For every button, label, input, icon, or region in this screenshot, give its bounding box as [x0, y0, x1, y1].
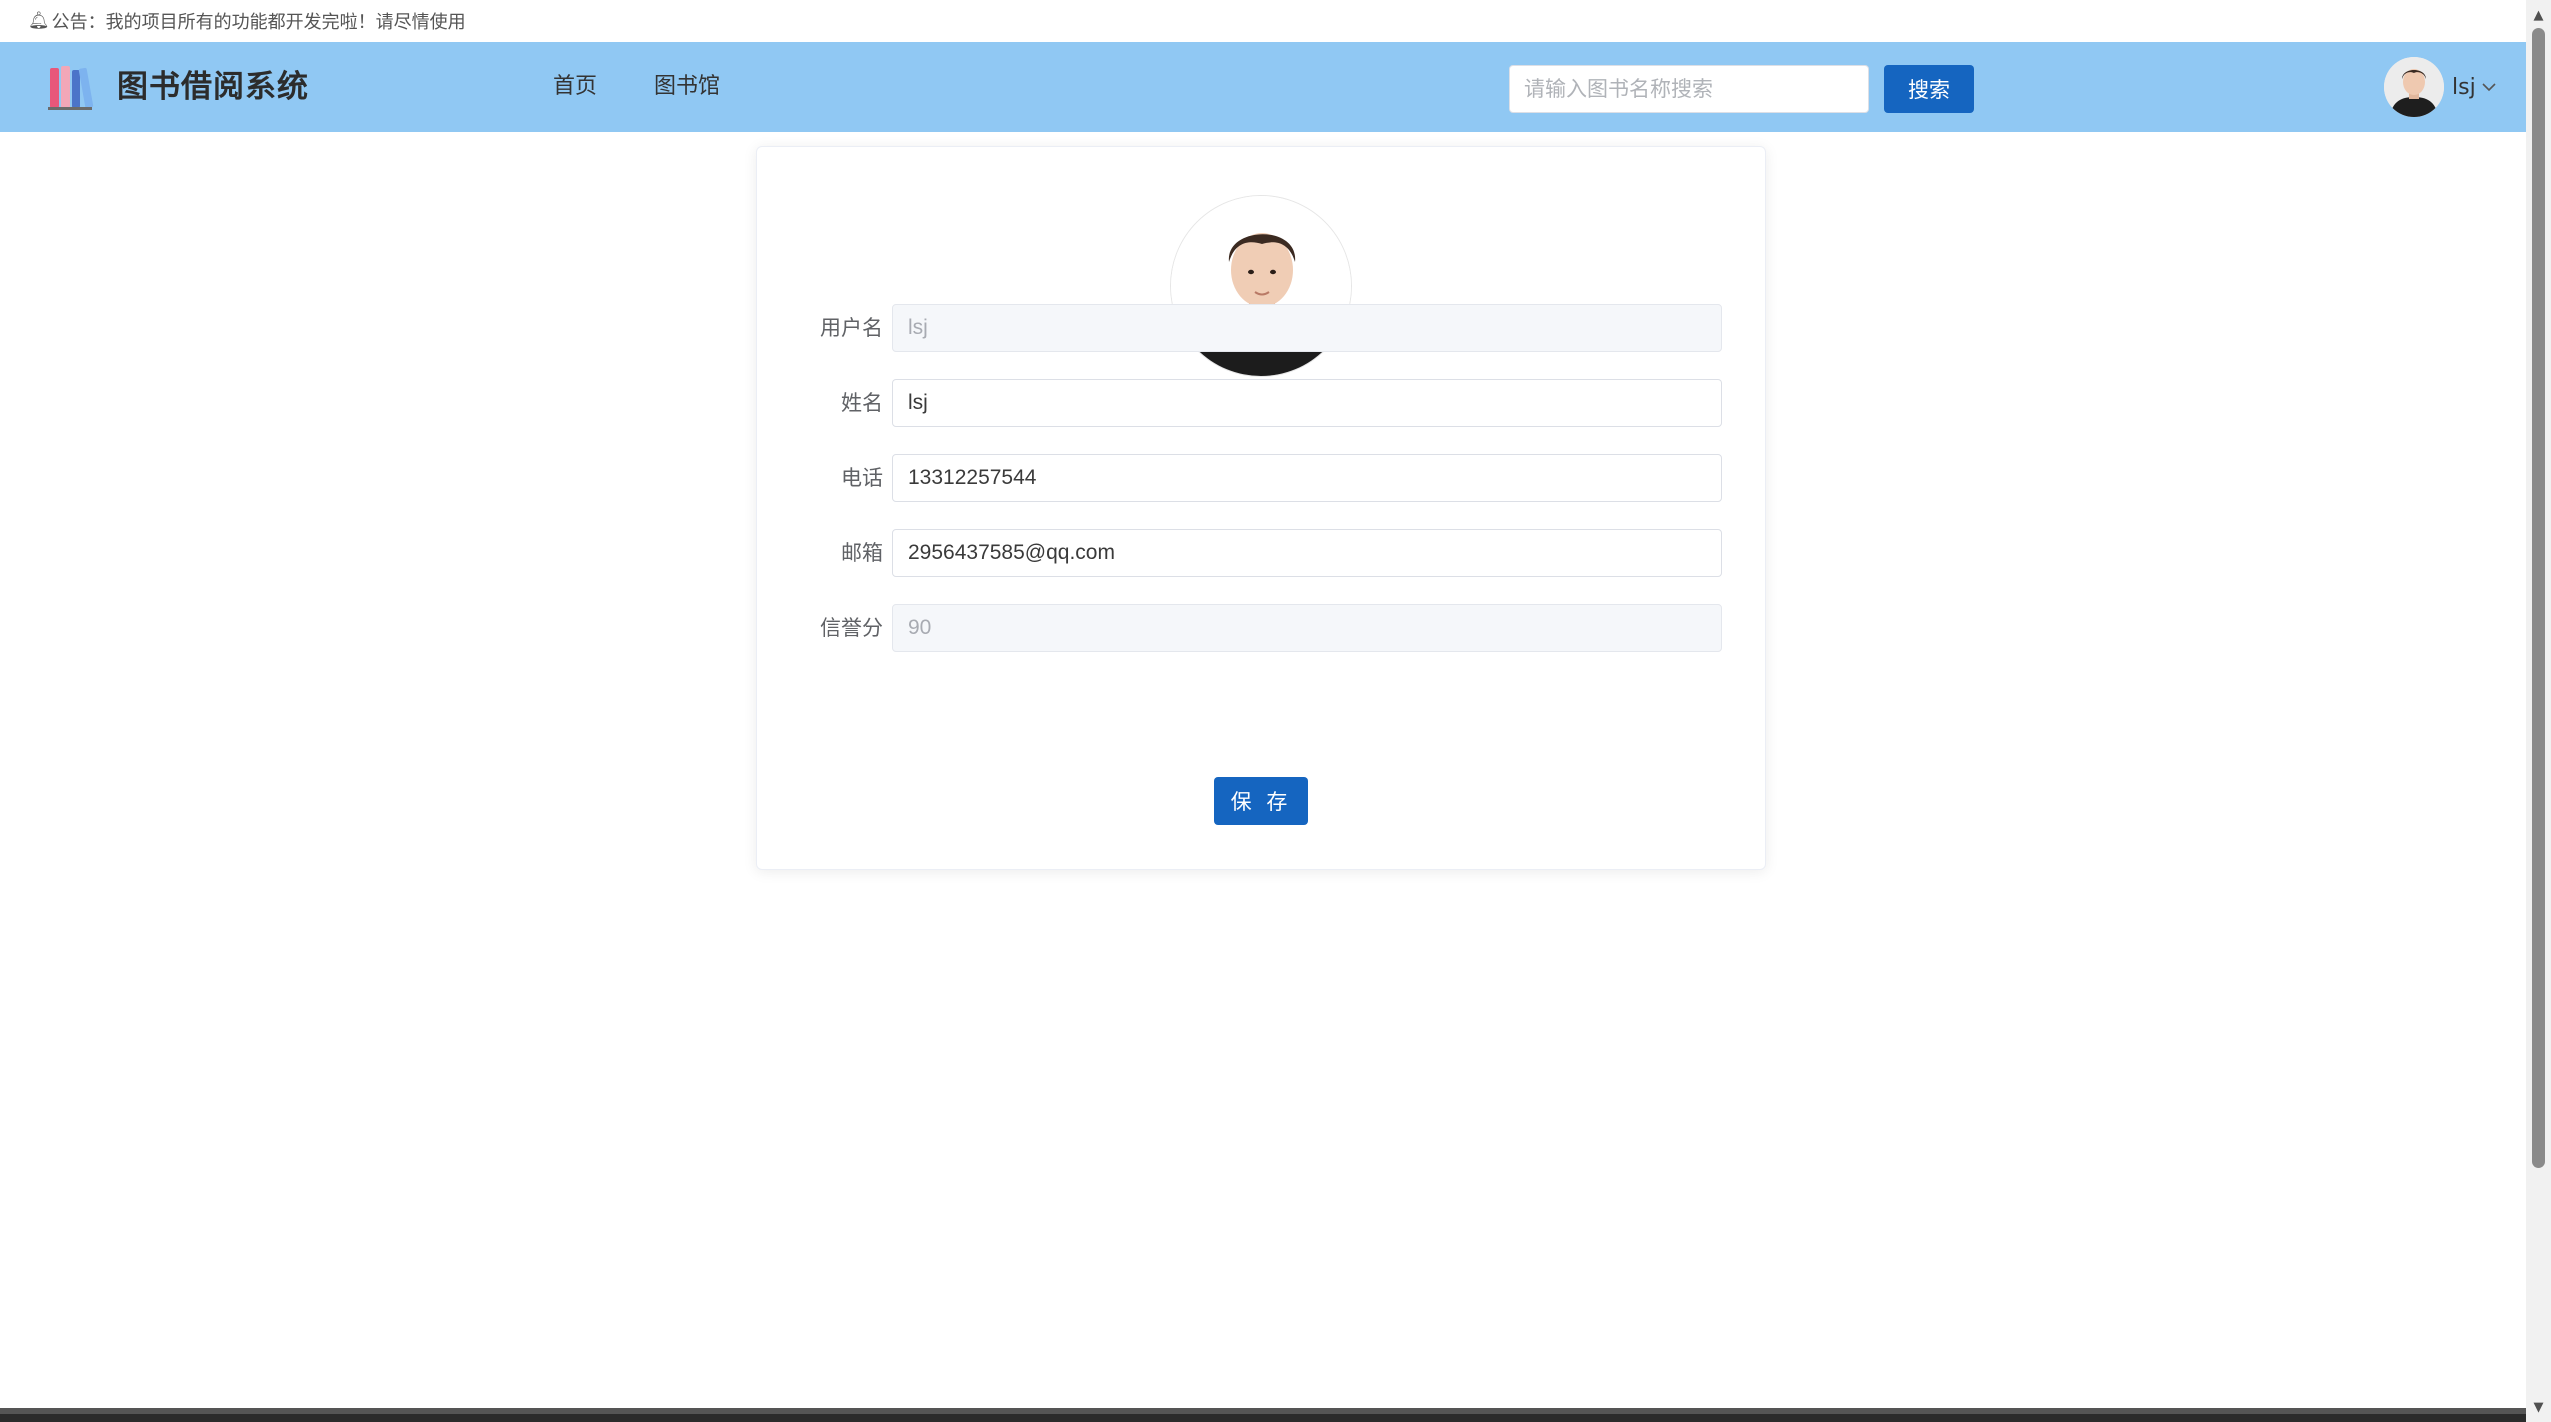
scroll-down-arrow-icon[interactable]: ▼	[2526, 1396, 2551, 1418]
top-navbar: 图书借阅系统 首页 图书馆 搜索 lsj	[0, 42, 2526, 132]
nav-home[interactable]: 首页	[553, 42, 597, 132]
chevron-down-icon[interactable]	[2480, 78, 2498, 96]
email-row: 邮箱	[757, 529, 1767, 577]
announcement-text: 公告：我的项目所有的功能都开发完啦！请尽情使用	[51, 12, 466, 33]
profile-card: 用户名 姓名 电话 邮箱 信誉分 保 存	[756, 146, 1766, 870]
phone-field[interactable]	[892, 454, 1722, 502]
email-field[interactable]	[892, 529, 1722, 577]
user-menu[interactable]: lsj	[2384, 56, 2498, 118]
username-label: 用户名	[820, 316, 883, 340]
phone-label: 电话	[841, 466, 883, 490]
scrollbar-thumb[interactable]	[2532, 28, 2545, 1168]
credit-score-field	[892, 604, 1722, 652]
bottom-edge	[0, 1408, 2526, 1422]
credit-score-label: 信誉分	[820, 616, 883, 640]
books-icon	[48, 66, 94, 110]
email-label: 邮箱	[841, 541, 883, 565]
username-field	[892, 304, 1722, 352]
scroll-up-arrow-icon[interactable]: ▲	[2526, 4, 2551, 26]
vertical-scrollbar[interactable]: ▲ ▼	[2526, 0, 2551, 1422]
name-field[interactable]	[892, 379, 1722, 427]
user-avatar[interactable]	[2384, 57, 2444, 117]
page: 🔔︎ 公告：我的项目所有的功能都开发完啦！请尽情使用 图书借阅系统 首页 图书馆…	[0, 0, 2551, 1422]
book-search-input[interactable]	[1509, 65, 1869, 113]
app-title: 图书借阅系统	[117, 69, 309, 105]
bell-icon: 🔔︎	[28, 11, 50, 31]
phone-row: 电话	[757, 454, 1767, 502]
announcement-bar: 🔔︎ 公告：我的项目所有的功能都开发完啦！请尽情使用	[0, 0, 2526, 42]
save-button[interactable]: 保 存	[1214, 777, 1308, 825]
name-row: 姓名	[757, 379, 1767, 427]
username-label: lsj	[2452, 74, 2476, 100]
nav-library[interactable]: 图书馆	[654, 42, 720, 132]
username-row: 用户名	[757, 304, 1767, 352]
credit-score-row: 信誉分	[757, 604, 1767, 652]
search-button[interactable]: 搜索	[1884, 65, 1974, 113]
name-label: 姓名	[841, 391, 883, 415]
